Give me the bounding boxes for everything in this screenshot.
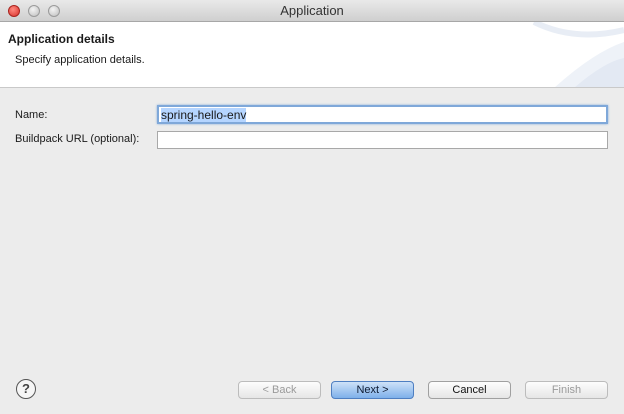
header-banner-graphic	[532, 22, 624, 87]
back-button[interactable]: < Back	[238, 381, 321, 399]
page-title: Application details	[8, 32, 115, 46]
buildpack-url-field[interactable]	[157, 131, 608, 149]
name-label: Name:	[15, 109, 48, 121]
name-field-value: spring-hello-env	[161, 108, 247, 122]
page-description: Specify application details.	[15, 54, 145, 66]
title-bar: Application	[0, 0, 624, 22]
help-icon[interactable]: ?	[16, 379, 36, 399]
next-button[interactable]: Next >	[331, 381, 414, 399]
buildpack-url-label: Buildpack URL (optional):	[15, 133, 140, 145]
finish-button[interactable]: Finish	[525, 381, 608, 399]
cancel-button[interactable]: Cancel	[428, 381, 511, 399]
wizard-header: Application details Specify application …	[0, 22, 624, 88]
window-title: Application	[280, 3, 344, 18]
